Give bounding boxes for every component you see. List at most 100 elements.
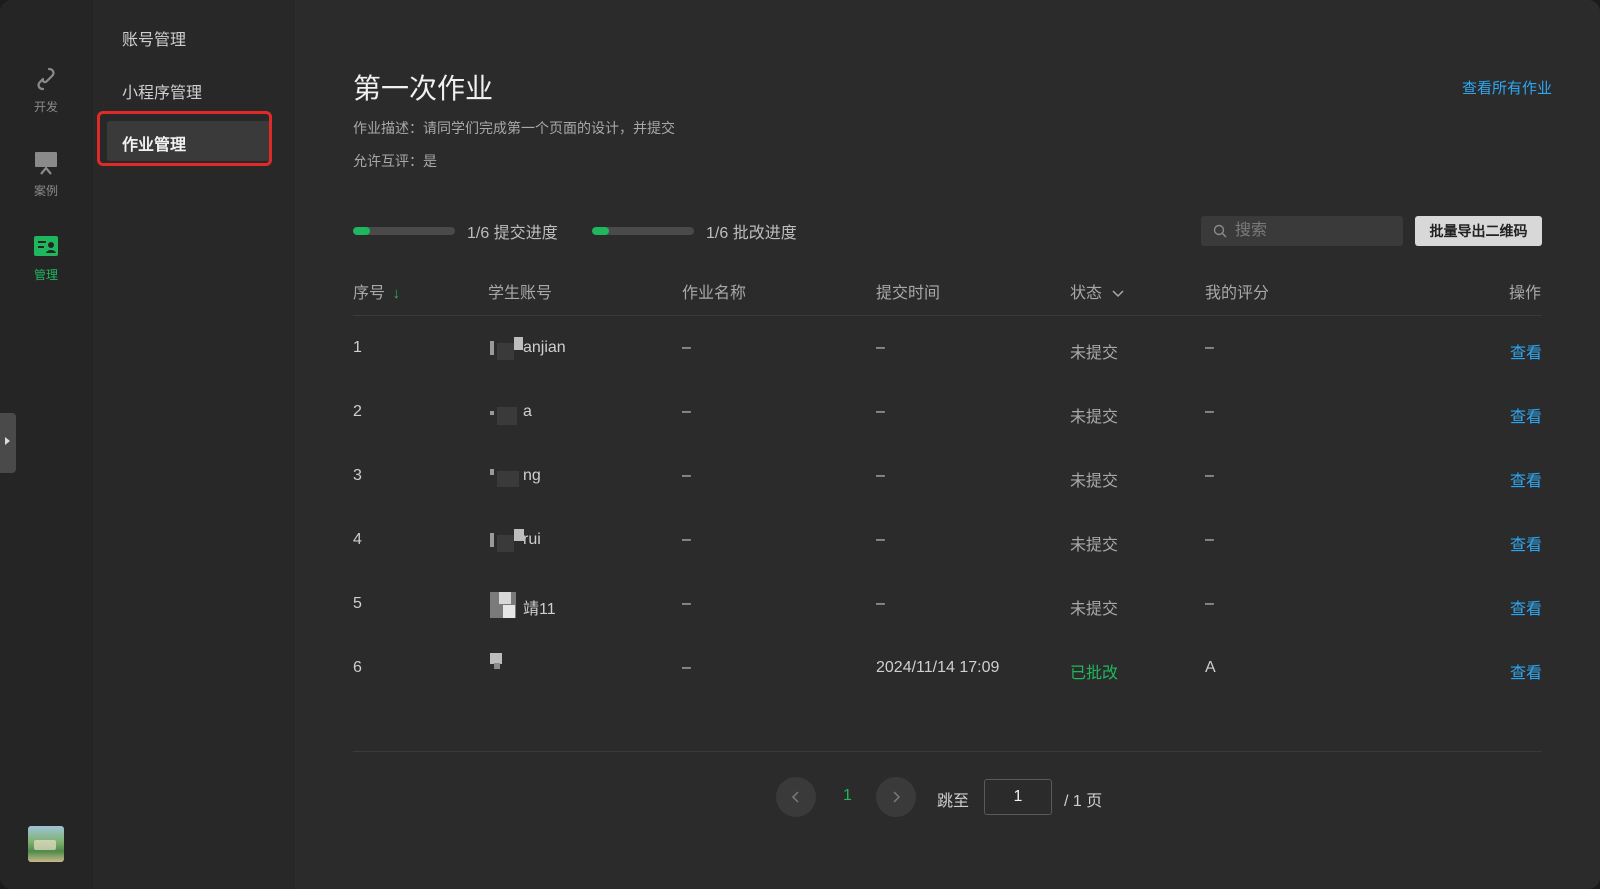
- masked-avatar: [490, 533, 494, 547]
- cell-status: 未提交: [1070, 537, 1119, 554]
- column-header-account: 学生账号: [488, 285, 553, 302]
- cell-time: –: [876, 595, 885, 612]
- current-page[interactable]: 1: [843, 787, 852, 805]
- masked-avatar: [490, 411, 494, 415]
- chevron-right-icon: [5, 437, 10, 445]
- column-header-label: 序号: [353, 285, 386, 302]
- cell-status: 未提交: [1070, 473, 1119, 490]
- footer-divider: [353, 751, 1542, 752]
- search-input[interactable]: [1233, 221, 1397, 241]
- total-pages: / 1 页: [1064, 793, 1103, 810]
- homework-description: 作业描述：请同学们完成第一个页面的设计，并提交: [353, 120, 675, 136]
- masked-avatar: [499, 592, 511, 604]
- rail-item-cases[interactable]: 案例: [0, 150, 92, 199]
- cell-index: 6: [353, 659, 362, 676]
- cell-time: –: [876, 531, 885, 548]
- view-button[interactable]: 查看: [1510, 339, 1542, 363]
- manage-icon: [34, 236, 58, 256]
- cell-score: –: [1205, 339, 1214, 356]
- masked-avatar: [490, 469, 494, 475]
- chevron-left-icon: [791, 791, 799, 803]
- subnav-item-miniprogram[interactable]: 小程序管理: [122, 79, 202, 103]
- rail-item-label: 管理: [33, 268, 58, 282]
- cell-index: 1: [353, 339, 362, 356]
- view-button[interactable]: 查看: [1510, 403, 1542, 427]
- cell-score: A: [1205, 659, 1216, 676]
- view-button[interactable]: 查看: [1510, 467, 1542, 491]
- icon-rail: 开发 案例 管理: [0, 0, 93, 889]
- cell-status: 已批改: [1070, 665, 1119, 682]
- link-icon: [37, 67, 55, 91]
- cell-account: anjian: [523, 339, 566, 356]
- submit-progress-bar: [353, 227, 455, 235]
- view-button[interactable]: 查看: [1510, 595, 1542, 619]
- highlight-annotation: [97, 111, 272, 166]
- cell-time: –: [876, 467, 885, 484]
- rail-item-manage[interactable]: 管理: [0, 234, 92, 283]
- view-all-homework-link[interactable]: 查看所有作业: [1462, 77, 1552, 98]
- cell-homework: –: [682, 467, 691, 484]
- cell-time: –: [876, 403, 885, 420]
- avatar[interactable]: [28, 826, 64, 862]
- column-header-status[interactable]: 状态: [1070, 279, 1124, 303]
- review-progress: 1/6 批改进度: [592, 219, 797, 243]
- cell-account: 靖11: [523, 601, 556, 618]
- review-progress-text: 1/6 批改进度: [706, 225, 797, 242]
- cell-index: 5: [353, 595, 362, 612]
- cell-homework: –: [682, 659, 691, 676]
- next-page-button[interactable]: [876, 777, 916, 817]
- peer-review-setting: 允许互评：是: [353, 153, 437, 169]
- column-header-label: 状态: [1070, 285, 1103, 302]
- cell-status: 未提交: [1070, 601, 1119, 618]
- masked-avatar: [503, 605, 515, 618]
- submit-progress: 1/6 提交进度: [353, 219, 558, 243]
- cell-time: –: [876, 339, 885, 356]
- cell-score: –: [1205, 467, 1214, 484]
- chevron-down-icon: [1112, 290, 1124, 298]
- masked-avatar: [497, 343, 514, 360]
- search-icon: [1213, 224, 1227, 238]
- app-window: 开发 案例 管理 账号管理 小程序管理 作业管理 第一次作业 查看所有作业 作业…: [0, 0, 1600, 889]
- cell-score: –: [1205, 595, 1214, 612]
- column-header-score: 我的评分: [1205, 285, 1270, 302]
- jump-page-input[interactable]: [984, 779, 1052, 815]
- cell-account: ng: [523, 467, 541, 484]
- masked-avatar: [497, 407, 517, 425]
- rail-item-label: 案例: [33, 184, 58, 198]
- cell-account: a: [523, 403, 532, 420]
- prev-page-button[interactable]: [776, 777, 816, 817]
- submit-progress-text: 1/6 提交进度: [467, 225, 558, 242]
- column-header-action: 操作: [1509, 285, 1542, 302]
- cell-score: –: [1205, 403, 1214, 420]
- rail-item-label: 开发: [33, 100, 58, 114]
- cell-time: 2024/11/14 17:09: [876, 659, 1000, 676]
- view-button[interactable]: 查看: [1510, 531, 1542, 555]
- cell-homework: –: [682, 531, 691, 548]
- main-content: 第一次作业 查看所有作业 作业描述：请同学们完成第一个页面的设计，并提交 允许互…: [294, 0, 1600, 889]
- cell-status: 未提交: [1070, 345, 1119, 362]
- cell-homework: –: [682, 403, 691, 420]
- column-header-homework: 作业名称: [682, 285, 747, 302]
- cell-index: 4: [353, 531, 362, 548]
- review-progress-bar: [592, 227, 694, 235]
- cell-status: 未提交: [1070, 409, 1119, 426]
- column-header-index[interactable]: 序号 ↓: [353, 279, 400, 303]
- cell-account: rui: [523, 531, 541, 548]
- sidebar-toggle[interactable]: [0, 413, 16, 473]
- export-qrcode-button[interactable]: 批量导出二维码: [1415, 216, 1542, 246]
- rail-item-dev[interactable]: 开发: [0, 66, 92, 115]
- masked-avatar: [494, 663, 500, 669]
- cell-score: –: [1205, 531, 1214, 548]
- masked-avatar: [490, 341, 494, 355]
- search-box[interactable]: [1201, 216, 1403, 246]
- chevron-right-icon: [893, 791, 901, 803]
- jump-label: 跳至: [937, 793, 970, 810]
- view-button[interactable]: 查看: [1510, 659, 1542, 683]
- masked-avatar: [497, 535, 514, 552]
- header-divider: [353, 315, 1542, 316]
- masked-avatar: [514, 337, 523, 350]
- masked-avatar: [497, 471, 519, 487]
- column-header-time: 提交时间: [876, 285, 941, 302]
- subnav-item-account[interactable]: 账号管理: [122, 26, 186, 50]
- cell-index: 3: [353, 467, 362, 484]
